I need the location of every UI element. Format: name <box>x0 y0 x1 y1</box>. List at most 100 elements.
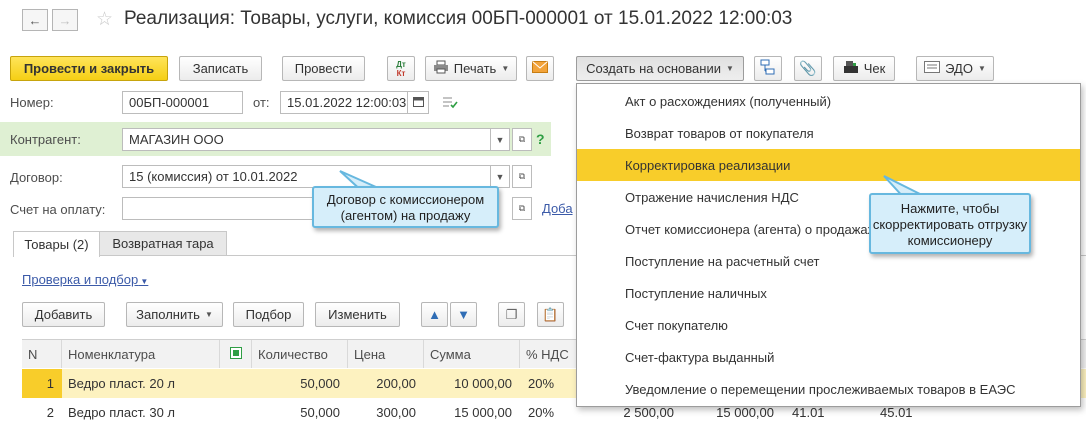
contract-dropdown-button[interactable]: ▼ <box>490 165 510 188</box>
arrow-up-icon: ▲ <box>428 307 441 322</box>
row-number: 1 <box>46 376 54 391</box>
pick-button[interactable]: Подбор <box>233 302 304 327</box>
add-row-button[interactable]: Добавить <box>22 302 105 327</box>
kt-label: Кт <box>396 68 406 78</box>
menu-item-vat-invoice-issued[interactable]: Счет-фактура выданный <box>577 341 1080 373</box>
paste-button[interactable]: 📋 <box>537 302 564 327</box>
print-label: Печать <box>453 61 497 76</box>
col-header-price[interactable]: Цена <box>348 340 424 368</box>
contract-field[interactable]: 15 (комиссия) от 10.01.2022 <box>122 165 491 188</box>
date-label: от: <box>253 95 270 110</box>
menu-item-cash-receipt[interactable]: Поступление наличных <box>577 277 1080 309</box>
menu-item-sales-adjustment[interactable]: Корректировка реализации <box>577 149 1080 181</box>
print-button[interactable]: Печать ▼ <box>425 56 517 81</box>
back-button[interactable]: ← <box>22 9 48 31</box>
attach-button[interactable]: 📎 <box>794 56 822 81</box>
invoice-label: Счет на оплату: <box>10 202 106 217</box>
row-vat: 20% <box>528 376 555 391</box>
row-price: 200,00 <box>376 376 416 391</box>
star-icon[interactable]: ☆ <box>96 8 113 31</box>
help-icon[interactable]: ? <box>536 131 545 147</box>
contract-callout: Договор с комиссионером (агентом) на про… <box>312 186 499 228</box>
chevron-down-icon: ▼ <box>204 310 213 319</box>
menu-callout: Нажмите, чтобы скорректировать отгрузку … <box>869 193 1031 254</box>
printer-icon <box>433 60 449 77</box>
col-header-item[interactable]: Номенклатура <box>62 340 220 368</box>
copy-icon: ❐ <box>505 306 518 322</box>
check-and-pick-label: Проверка и подбор <box>22 272 139 287</box>
marking-icon <box>229 346 242 362</box>
menu-item-discrepancy-act[interactable]: Акт о расхождениях (полученный) <box>577 85 1080 117</box>
chevron-down-icon: ▼ <box>495 134 505 145</box>
counterparty-label: Контрагент: <box>10 132 81 147</box>
arrow-left-icon: ← <box>28 12 42 28</box>
chevron-down-icon: ▼ <box>495 171 505 182</box>
counterparty-field[interactable]: МАГАЗИН ООО <box>122 128 491 151</box>
tab-goods[interactable]: Товары (2) <box>13 231 100 257</box>
chevron-down-icon: ▼ <box>501 64 510 73</box>
calendar-button[interactable] <box>407 91 429 114</box>
page-title: Реализация: Товары, услуги, комиссия 00Б… <box>124 8 793 29</box>
row-item: Ведро пласт. 30 л <box>68 405 176 420</box>
check-and-pick-link[interactable]: Проверка и подбор ▼ <box>22 272 148 287</box>
paste-icon: 📋 <box>542 306 559 322</box>
row-price: 300,00 <box>376 405 416 420</box>
row-vat: 20% <box>528 405 555 420</box>
col-header-n[interactable]: N <box>22 340 62 368</box>
col-header-marking[interactable] <box>220 340 252 368</box>
fill-label: Заполнить <box>136 307 200 322</box>
envelope-icon <box>532 61 548 76</box>
row-sum: 15 000,00 <box>454 405 512 420</box>
open-window-icon: ⧉ <box>518 203 526 213</box>
arrow-down-icon: ▼ <box>457 307 470 322</box>
move-up-button[interactable]: ▲ <box>421 302 448 327</box>
col-header-sum[interactable]: Сумма <box>424 340 520 368</box>
calendar-icon <box>412 96 424 109</box>
menu-item-customer-invoice[interactable]: Счет покупателю <box>577 309 1080 341</box>
create-based-on-button[interactable]: Создать на основании ▼ <box>576 56 744 81</box>
invoice-open-button[interactable]: ⧉ <box>512 197 532 220</box>
edit-button[interactable]: Изменить <box>315 302 400 327</box>
row-sum: 10 000,00 <box>454 376 512 391</box>
forward-button[interactable]: → <box>52 9 78 31</box>
move-down-button[interactable]: ▼ <box>450 302 477 327</box>
post-and-close-button[interactable]: Провести и закрыть <box>10 56 168 81</box>
counterparty-dropdown-button[interactable]: ▼ <box>490 128 510 151</box>
dt-label: Дт <box>396 59 406 69</box>
save-button[interactable]: Записать <box>179 56 262 81</box>
mail-button[interactable] <box>526 56 554 81</box>
list-check-icon[interactable] <box>442 95 458 112</box>
tab-returnable-packaging[interactable]: Возвратная тара <box>99 231 227 255</box>
paperclip-icon: 📎 <box>799 60 817 76</box>
row-item: Ведро пласт. 20 л <box>68 376 176 391</box>
menu-item-eaeu-notice[interactable]: Уведомление о перемещении прослеживаемых… <box>577 373 1080 405</box>
date-field[interactable]: 15.01.2022 12:00:03 <box>280 91 408 114</box>
copy-button[interactable]: ❐ <box>498 302 525 327</box>
fill-button[interactable]: Заполнить ▼ <box>126 302 223 327</box>
structure-button[interactable] <box>754 56 782 81</box>
edo-button[interactable]: ЭДО ▼ <box>916 56 994 81</box>
row-qty: 50,000 <box>300 405 340 420</box>
counterparty-open-button[interactable]: ⧉ <box>512 128 532 151</box>
contract-label: Договор: <box>10 170 63 185</box>
chevron-down-icon: ▼ <box>138 277 149 286</box>
hierarchy-icon <box>760 59 776 78</box>
receipt-label: Чек <box>863 61 886 76</box>
dt-kt-button[interactable]: Дт Кт <box>387 56 415 81</box>
open-window-icon: ⧉ <box>518 134 526 144</box>
number-label: Номер: <box>10 95 54 110</box>
receipt-button[interactable]: Чек <box>833 56 895 81</box>
menu-item-goods-return[interactable]: Возврат товаров от покупателя <box>577 117 1080 149</box>
row-qty: 50,000 <box>300 376 340 391</box>
edo-icon <box>924 61 941 76</box>
post-button[interactable]: Провести <box>282 56 365 81</box>
contract-open-button[interactable]: ⧉ <box>512 165 532 188</box>
row-number: 2 <box>46 405 54 420</box>
edo-label: ЭДО <box>945 61 973 76</box>
create-based-label: Создать на основании <box>586 61 721 76</box>
number-field[interactable]: 00БП-000001 <box>122 91 243 114</box>
cash-register-icon <box>843 60 859 77</box>
open-window-icon: ⧉ <box>518 171 526 181</box>
add-link[interactable]: Доба <box>542 201 573 216</box>
col-header-qty[interactable]: Количество <box>252 340 348 368</box>
